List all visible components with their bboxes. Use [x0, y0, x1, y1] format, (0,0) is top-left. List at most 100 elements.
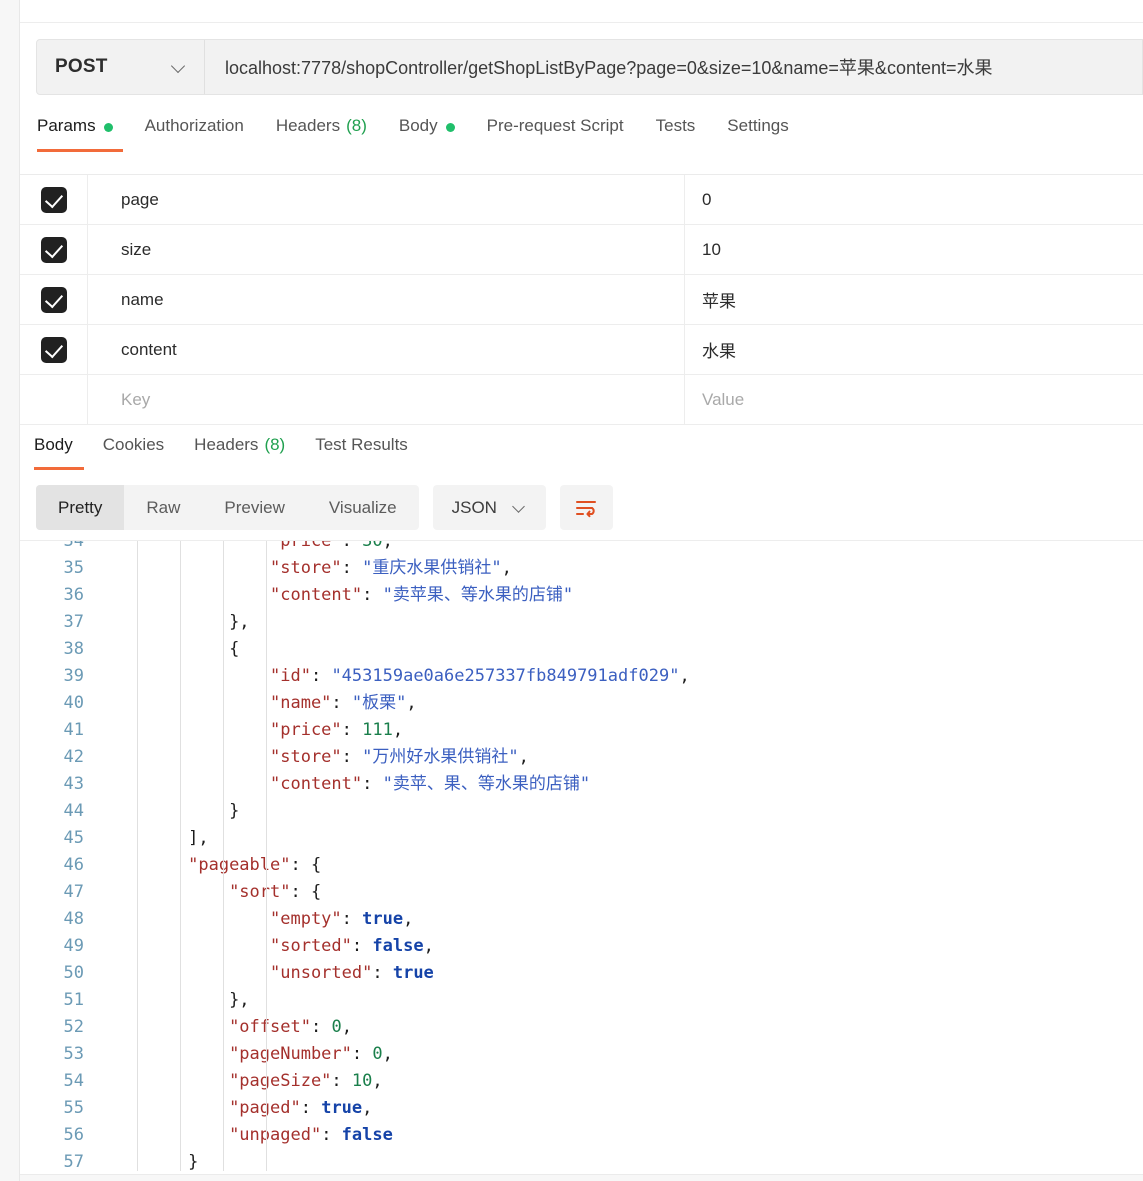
table-row-empty: Key Value: [20, 375, 1143, 425]
code-line: 36 "content": "卖苹果、等水果的店铺": [20, 582, 1143, 609]
line-number: 38: [63, 639, 84, 659]
view-mode-raw[interactable]: Raw: [124, 485, 202, 530]
param-value-placeholder[interactable]: Value: [685, 375, 1143, 424]
line-number: 56: [63, 1125, 84, 1145]
param-key-placeholder[interactable]: Key: [88, 375, 685, 424]
query-params-table: page 0 size 10 name 苹果 content 水果 Key Va…: [20, 174, 1143, 425]
param-value[interactable]: 苹果: [685, 275, 1143, 324]
line-number: 49: [63, 936, 84, 956]
response-tab-headers-count: (8): [264, 435, 286, 454]
bottom-edge: [20, 1174, 1143, 1181]
param-key[interactable]: page: [88, 175, 685, 224]
line-number: 45: [63, 828, 84, 848]
line-number: 51: [63, 990, 84, 1010]
response-tab-test-results[interactable]: Test Results: [300, 425, 423, 473]
request-url-input[interactable]: localhost:7778/shopController/getShopLis…: [205, 40, 1142, 94]
request-url-bar: POST localhost:7778/shopController/getSh…: [36, 39, 1143, 95]
code-line: 46 "pageable": {: [20, 852, 1143, 879]
code-line: 57 }: [20, 1149, 1143, 1171]
code-text: "store": "万州好水果供销社",: [270, 747, 529, 767]
code-line: 56 "unpaged": false: [20, 1122, 1143, 1149]
view-mode-pretty[interactable]: Pretty: [36, 485, 125, 530]
tab-headers[interactable]: Headers (8): [260, 110, 383, 160]
tab-headers-label: Headers: [275, 116, 341, 135]
response-tab-headers[interactable]: Headers (8): [179, 425, 300, 473]
line-number: 57: [63, 1152, 84, 1171]
tab-params[interactable]: Params: [37, 110, 129, 160]
checkbox-checked-icon[interactable]: [40, 186, 67, 213]
http-method-label: POST: [55, 56, 108, 77]
code-text: "store": "重庆水果供销社",: [270, 558, 512, 578]
table-row: content 水果: [20, 325, 1143, 375]
view-mode-preview[interactable]: Preview: [202, 485, 306, 530]
param-key[interactable]: name: [88, 275, 685, 324]
response-tab-body[interactable]: Body: [34, 425, 88, 473]
code-text: "content": "卖苹、果、等水果的店铺": [270, 774, 591, 794]
line-number: 34: [63, 540, 84, 551]
line-number: 53: [63, 1044, 84, 1064]
param-value[interactable]: 水果: [685, 325, 1143, 374]
code-line: 42 "store": "万州好水果供销社",: [20, 744, 1143, 771]
line-number: 43: [63, 774, 84, 794]
param-checkbox-cell: [20, 175, 88, 224]
param-key[interactable]: content: [88, 325, 685, 374]
code-text: "paged": true,: [229, 1098, 373, 1118]
chevron-down-icon: [172, 60, 186, 74]
code-line: 37 },: [20, 609, 1143, 636]
checkbox-checked-icon[interactable]: [40, 336, 67, 363]
request-tabs: Params Authorization Headers (8) Body Pr…: [20, 110, 1143, 162]
code-text: "id": "453159ae0a6e257337fb849791adf029"…: [270, 666, 690, 686]
line-number: 48: [63, 909, 84, 929]
code-text: "offset": 0,: [229, 1017, 352, 1037]
indent-guide: [180, 541, 181, 1171]
checkbox-checked-icon[interactable]: [40, 286, 67, 313]
wrap-lines-button[interactable]: [559, 485, 613, 530]
checkbox-unchecked-icon[interactable]: [41, 387, 67, 413]
code-line: 53 "pageNumber": 0,: [20, 1041, 1143, 1068]
code-line: 44 }: [20, 798, 1143, 825]
tab-pre-request-script[interactable]: Pre-request Script: [471, 110, 640, 160]
table-row: size 10: [20, 225, 1143, 275]
code-line: 45 ],: [20, 825, 1143, 852]
line-number: 52: [63, 1017, 84, 1037]
tab-authorization[interactable]: Authorization: [129, 110, 260, 160]
response-tab-test-results-label: Test Results: [315, 435, 408, 454]
code-text: "pageNumber": 0,: [229, 1044, 393, 1064]
code-line: 41 "price": 111,: [20, 717, 1143, 744]
body-modified-dot-icon: [445, 123, 455, 132]
code-line: 40 "name": "板栗",: [20, 690, 1143, 717]
line-number: 36: [63, 585, 84, 605]
param-key[interactable]: size: [88, 225, 685, 274]
code-text: }: [229, 801, 240, 821]
left-rail: [0, 0, 20, 1181]
response-tab-cookies[interactable]: Cookies: [88, 425, 179, 473]
indent-guide: [266, 541, 267, 1171]
code-text: "unpaged": false: [229, 1125, 393, 1145]
indent-guide: [223, 541, 224, 1171]
code-text: },: [229, 612, 250, 632]
line-number: 50: [63, 963, 84, 983]
code-text: "price": 30,: [270, 540, 393, 551]
tab-tests[interactable]: Tests: [640, 110, 712, 160]
checkbox-checked-icon[interactable]: [40, 236, 67, 263]
code-line: 35 "store": "重庆水果供销社",: [20, 555, 1143, 582]
line-number: 39: [63, 666, 84, 686]
postman-window: POST localhost:7778/shopController/getSh…: [0, 0, 1143, 1181]
response-tab-body-label: Body: [34, 435, 73, 454]
tab-settings[interactable]: Settings: [711, 110, 804, 160]
view-mode-visualize[interactable]: Visualize: [307, 485, 419, 530]
http-method-select[interactable]: POST: [37, 40, 205, 94]
code-text: },: [229, 990, 250, 1010]
response-body-code-viewer[interactable]: 34 "price": 30, 35 "store": "重庆水果供销社", 36 …: [20, 540, 1143, 1171]
code-text: "price": 111,: [270, 720, 404, 740]
tab-tests-label: Tests: [655, 116, 696, 135]
param-value[interactable]: 0: [685, 175, 1143, 224]
line-number: 47: [63, 882, 84, 902]
param-checkbox-cell: [20, 225, 88, 274]
code-line: 50 "unsorted": true: [20, 960, 1143, 987]
tab-body[interactable]: Body: [383, 110, 471, 160]
tab-params-label: Params: [37, 116, 96, 135]
response-format-select[interactable]: JSON: [432, 485, 546, 530]
code-line: 49 "sorted": false,: [20, 933, 1143, 960]
param-value[interactable]: 10: [685, 225, 1143, 274]
